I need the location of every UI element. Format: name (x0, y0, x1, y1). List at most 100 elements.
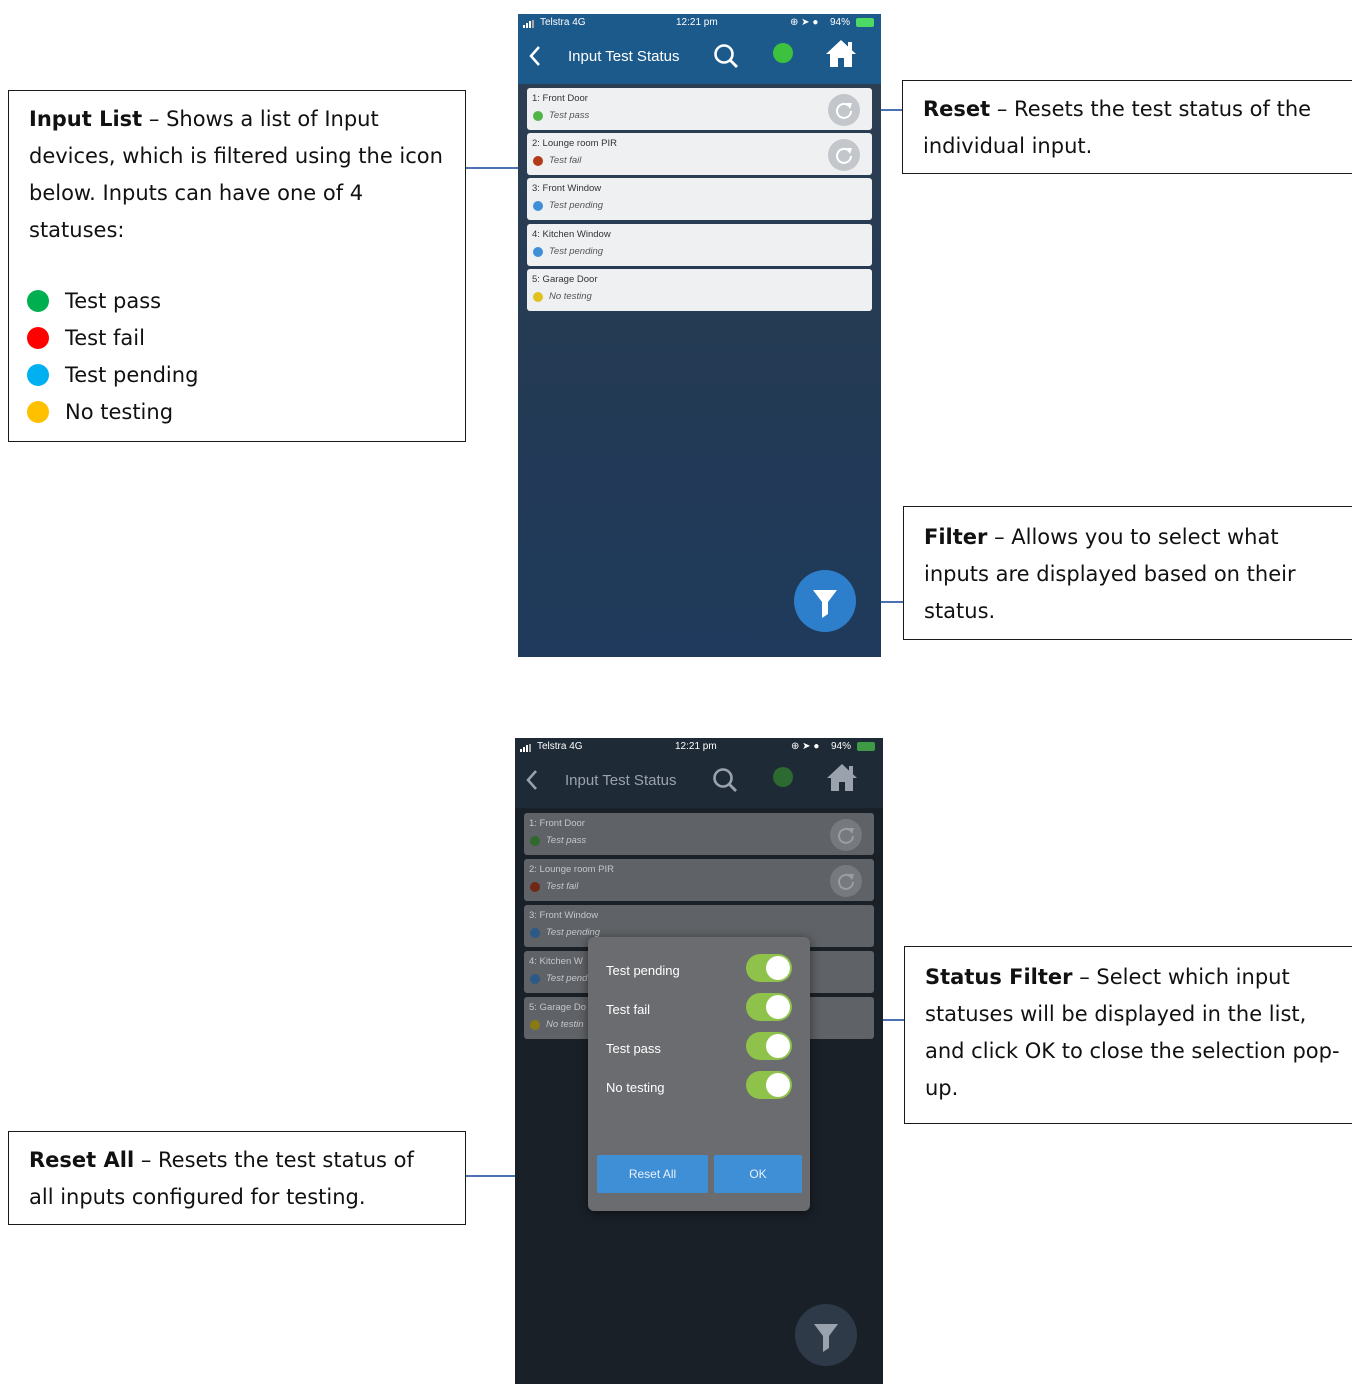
input-status: Test pend (546, 973, 588, 984)
filter-button[interactable] (794, 570, 856, 632)
status-dot-icon (533, 201, 543, 211)
filter-icon (813, 590, 837, 618)
legend-row-pending: Test pending (9, 357, 465, 394)
home-icon[interactable] (824, 38, 858, 73)
battery-text: 94% (830, 17, 851, 28)
status-filter-callout: Status Filter – Select which input statu… (904, 946, 1352, 1124)
toggle-label: Test pending (606, 963, 680, 978)
home-icon[interactable] (825, 762, 859, 797)
status-dot-icon (530, 974, 540, 984)
reset-button[interactable] (828, 139, 860, 171)
red-dot-icon (27, 327, 49, 349)
filter-button[interactable] (795, 1304, 857, 1366)
page-title: Input Test Status (565, 772, 677, 789)
input-status: Test fail (549, 155, 582, 166)
legend-row-fail: Test fail (9, 320, 465, 357)
refresh-icon (838, 827, 854, 844)
phone-screenshot-list: Telstra 4G 12:21 pm ⊕ ➤ ● 94% Input Test… (518, 14, 881, 657)
refresh-icon (838, 873, 854, 890)
reset-button[interactable] (830, 819, 862, 851)
search-icon[interactable] (711, 766, 739, 799)
input-row[interactable]: 3: Front Window Test pending (527, 178, 872, 220)
input-list-callout: Input List – Shows a list of Input devic… (8, 90, 466, 442)
status-bar: Telstra 4G 12:21 pm ⊕ ➤ ● 94% (515, 738, 883, 756)
back-icon[interactable] (528, 44, 542, 73)
back-icon[interactable] (525, 768, 539, 797)
input-row[interactable]: 4: Kitchen Window Test pending (527, 224, 872, 266)
battery-icon (857, 742, 875, 751)
toggle-test-pending[interactable] (746, 954, 792, 982)
toggle-label: Test fail (606, 1002, 651, 1017)
nav-bar: Input Test Status (515, 756, 883, 808)
toggle-knob (766, 1073, 790, 1097)
refresh-icon (836, 147, 852, 164)
toggle-test-fail[interactable] (746, 993, 792, 1021)
status-dot-icon (530, 928, 540, 938)
page-title: Input Test Status (568, 48, 680, 65)
input-name: 3: Front Window (529, 910, 599, 921)
nav-bar: Input Test Status (518, 32, 881, 84)
time-text: 12:21 pm (675, 741, 717, 752)
green-dot-icon (27, 290, 49, 312)
input-status: Test fail (546, 881, 579, 892)
legend-label: Test pass (65, 289, 162, 313)
status-filter-modal: Test pending Test fail Test pass No test… (588, 937, 810, 1211)
input-row[interactable]: 1: Front Door Test pass (527, 88, 872, 130)
reset-button[interactable] (828, 94, 860, 126)
input-row[interactable]: 5: Garage Door No testing (527, 269, 872, 311)
input-row[interactable]: 2: Lounge room PIR Test fail (524, 859, 874, 901)
input-name: 3: Front Window (532, 183, 602, 194)
signal-icon (520, 744, 534, 755)
status-dot-icon (530, 882, 540, 892)
status-dot-icon (533, 247, 543, 257)
connection-status-icon (773, 43, 793, 63)
status-bar: Telstra 4G 12:21 pm ⊕ ➤ ● 94% (518, 14, 881, 32)
input-status: Test pass (549, 110, 590, 121)
toggle-knob (766, 956, 790, 980)
filter-icon (814, 1324, 838, 1352)
toggle-knob (766, 1034, 790, 1058)
legend-label: Test pending (65, 363, 199, 387)
input-status: No testing (549, 291, 592, 302)
input-name: 4: Kitchen W (529, 956, 583, 967)
status-dot-icon (530, 836, 540, 846)
reset-all-callout-title: Reset All (29, 1148, 135, 1172)
reset-callout-title: Reset (923, 97, 991, 121)
ok-button[interactable]: OK (714, 1155, 802, 1193)
refresh-icon (836, 102, 852, 119)
input-row[interactable]: 2: Lounge room PIR Test fail (527, 133, 872, 175)
input-name: 5: Garage Do (529, 1002, 587, 1013)
input-list-leader (466, 167, 522, 169)
input-name: 1: Front Door (532, 93, 588, 104)
status-dot-icon (533, 156, 543, 166)
toggle-label: No testing (606, 1080, 665, 1095)
phone-screenshot-filter: Telstra 4G 12:21 pm ⊕ ➤ ● 94% Input Test… (515, 738, 883, 1384)
toggle-test-pass[interactable] (746, 1032, 792, 1060)
input-status: No testin (546, 1019, 584, 1030)
input-name: 1: Front Door (529, 818, 585, 829)
toggle-label: Test pass (606, 1041, 661, 1056)
status-dot-icon (533, 111, 543, 121)
reset-all-callout: Reset All – Resets the test status of al… (8, 1131, 466, 1225)
battery-text: 94% (831, 741, 852, 752)
carrier-text: Telstra 4G (540, 17, 586, 28)
status-dot-icon (533, 292, 543, 302)
input-name: 5: Garage Door (532, 274, 598, 285)
status-dot-icon (530, 1020, 540, 1030)
filter-callout-title: Filter (924, 525, 988, 549)
legend-label: Test fail (65, 326, 145, 350)
input-row[interactable]: 1: Front Door Test pass (524, 813, 874, 855)
yellow-dot-icon (27, 401, 49, 423)
reset-all-button[interactable]: Reset All (597, 1155, 708, 1193)
legend-row-pass: Test pass (9, 283, 465, 320)
input-status: Test pass (546, 835, 587, 846)
status-filter-callout-title: Status Filter (925, 965, 1073, 989)
signal-icon (523, 20, 537, 31)
input-name: 2: Lounge room PIR (529, 864, 615, 875)
blue-dot-icon (27, 364, 49, 386)
input-name: 4: Kitchen Window (532, 229, 611, 240)
reset-button[interactable] (830, 865, 862, 897)
search-icon[interactable] (712, 42, 740, 75)
input-status: Test pending (549, 246, 604, 257)
toggle-no-testing[interactable] (746, 1071, 792, 1099)
